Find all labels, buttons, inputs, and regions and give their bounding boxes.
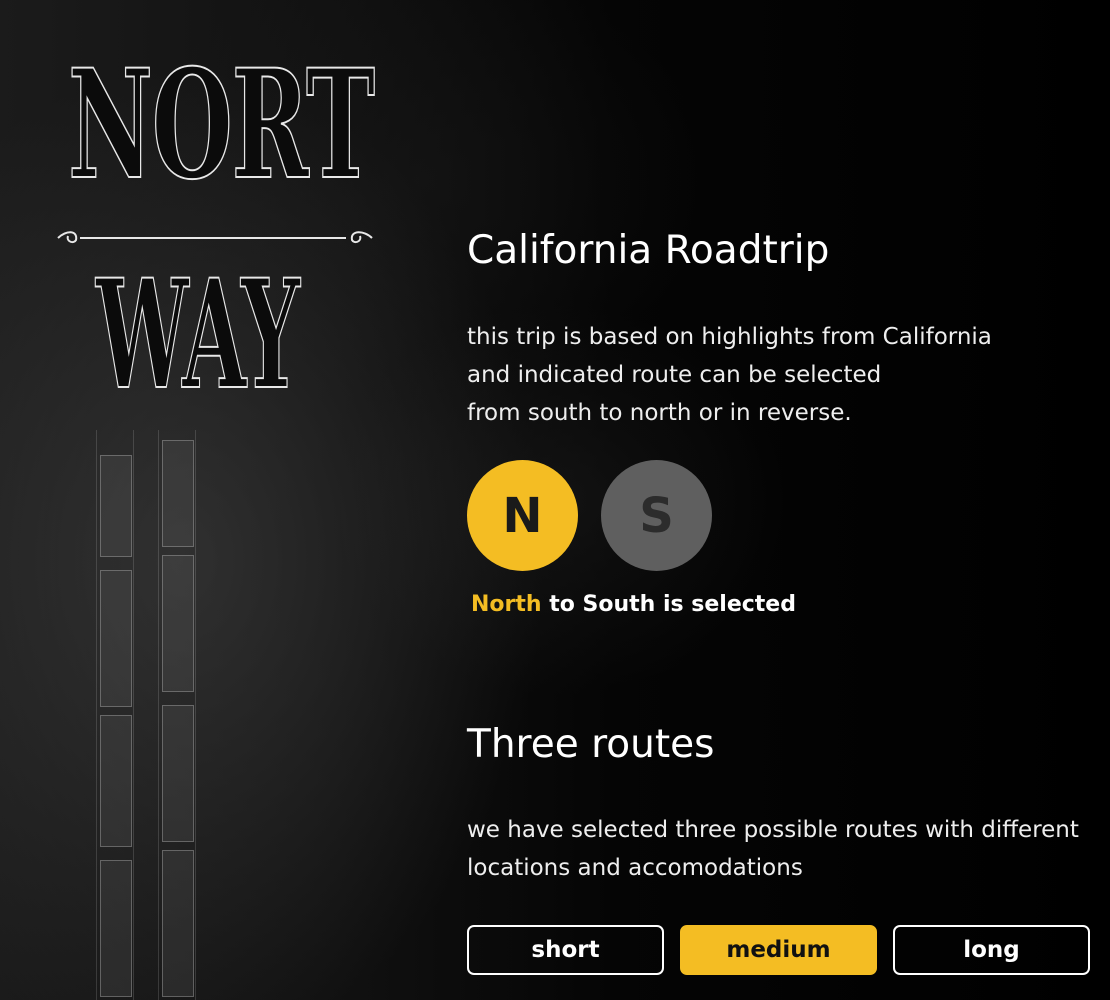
- route-medium-button[interactable]: medium: [680, 925, 877, 975]
- train-car: [100, 715, 132, 847]
- intro-description-line: from south to north or in reverse.: [467, 400, 852, 426]
- train-car: [162, 555, 194, 692]
- routes-title: Three routes: [467, 722, 715, 767]
- logo-text-way: WAY: [95, 247, 300, 423]
- nortway-logo: NORT WAY: [50, 37, 380, 440]
- direction-status-highlight: North: [471, 592, 542, 617]
- intro-description: this trip is based on highlights from Ca…: [467, 318, 992, 432]
- route-long-button[interactable]: long: [893, 925, 1090, 975]
- logo-text-nort: NORT: [67, 37, 375, 213]
- train-car: [100, 455, 132, 557]
- routes-description: we have selected three possible routes w…: [467, 811, 1079, 887]
- logo-flourish: [57, 231, 373, 244]
- south-direction-button[interactable]: S: [601, 460, 712, 571]
- direction-status: North to South is selected: [471, 592, 796, 617]
- train-car: [100, 570, 132, 707]
- train-car: [162, 440, 194, 547]
- train-car: [162, 705, 194, 842]
- routes-description-line: locations and accomodations: [467, 855, 803, 881]
- train-car: [100, 860, 132, 997]
- intro-description-line: and indicated route can be selected: [467, 362, 882, 388]
- train-car: [162, 850, 194, 997]
- north-direction-button[interactable]: N: [467, 460, 578, 571]
- route-short-button[interactable]: short: [467, 925, 664, 975]
- intro-description-line: this trip is based on highlights from Ca…: [467, 324, 992, 350]
- routes-description-line: we have selected three possible routes w…: [467, 817, 1079, 843]
- intro-title: California Roadtrip: [467, 228, 830, 273]
- direction-status-text: to South is selected: [541, 592, 796, 617]
